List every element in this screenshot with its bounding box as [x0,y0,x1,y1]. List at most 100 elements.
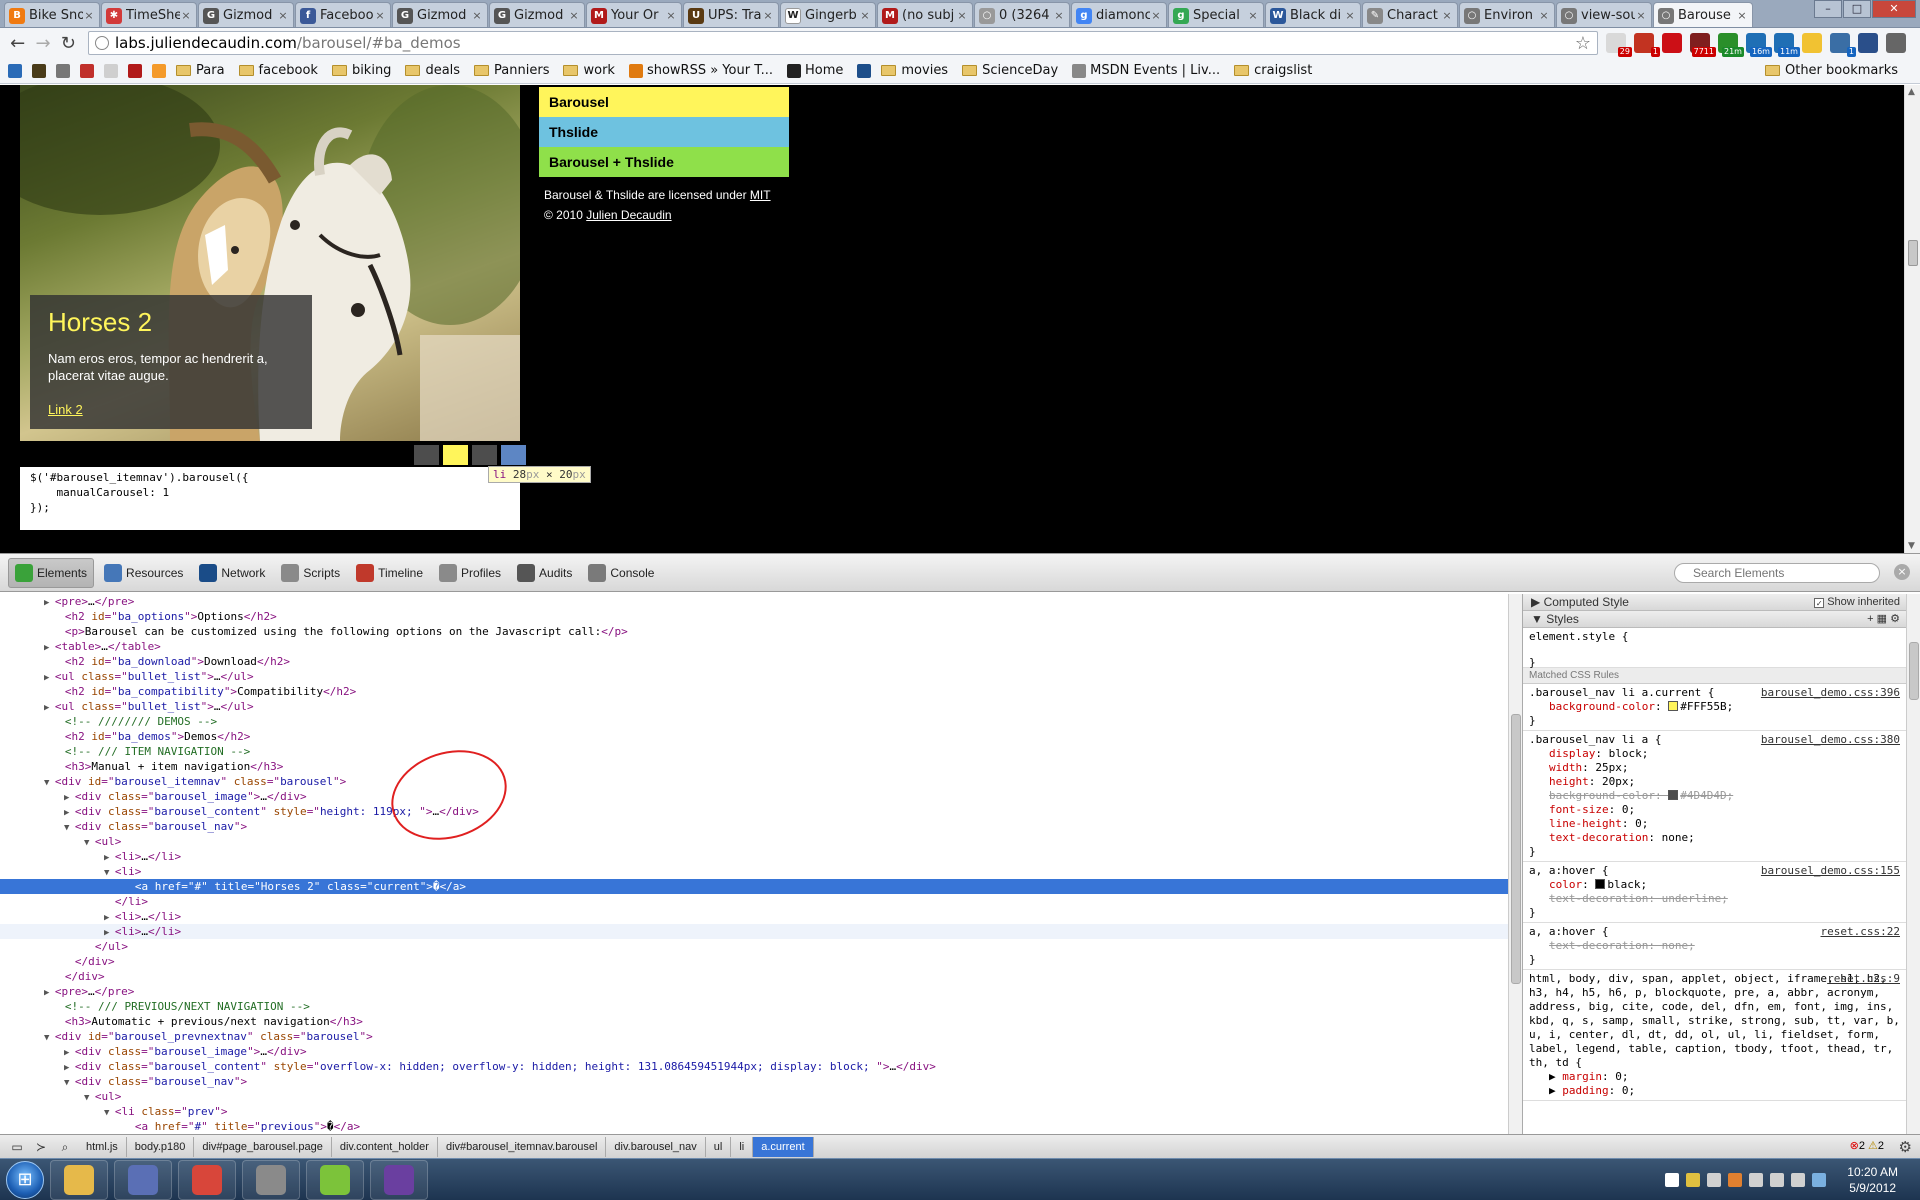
user-ext-icon[interactable]: 1 [1829,33,1856,57]
browser-tab[interactable]: ✎ Charact × [1362,2,1458,27]
browser-tab[interactable]: ○ view-sou × [1556,2,1652,27]
clock2-ext-icon[interactable]: 16m [1745,33,1772,57]
dom-node-line[interactable]: ▶ <li>…</li> [0,924,1508,939]
browser-tab[interactable]: ○ 0 (3264 × [974,2,1070,27]
expand-triangle-icon[interactable]: ▶ [44,988,55,998]
author-link[interactable]: Julien Decaudin [586,208,671,222]
expand-triangle-icon[interactable]: ▶ [104,913,115,923]
devtools-tab-timeline[interactable]: Timeline [350,558,429,588]
breadcrumb-item[interactable]: html.js [78,1136,127,1157]
browser-tab[interactable]: f Faceboo × [295,2,391,27]
expand-triangle-icon[interactable]: ▶ [64,1048,75,1058]
css-rule[interactable]: reset.css:22 a, a:hover {text-decoration:… [1523,923,1906,970]
clock-ext-icon[interactable]: 21m [1717,33,1744,57]
dom-node-line[interactable]: ▶ <li>…</li> [0,909,1508,924]
dom-node-line[interactable]: <!-- //////// DEMOS --> [0,714,1508,729]
demo-menu-item[interactable]: Barousel [539,87,789,117]
css-property[interactable]: height: 20px; [1529,775,1900,789]
tray-icon[interactable] [1707,1173,1722,1187]
bookmark-star-icon[interactable]: ☆ [1575,33,1591,54]
calendar-ext-icon[interactable]: 29 [1605,33,1632,57]
css-property[interactable]: text-decoration: underline; [1529,892,1900,906]
dom-node-line[interactable]: </div> [0,954,1508,969]
people-ext-icon[interactable] [1857,33,1878,53]
dom-node-line[interactable]: ▼ <div id="barousel_prevnextnav" class="… [0,1029,1508,1044]
dom-node-line[interactable]: </div> [0,969,1508,984]
devtools-tab-profiles[interactable]: Profiles [433,558,507,588]
rule-source-link[interactable]: barousel_demo.css:380 [1761,733,1900,747]
dom-node-line[interactable]: ▶ <li>…</li> [0,849,1508,864]
tab-close-icon[interactable]: × [1247,9,1259,22]
clock[interactable]: 10:20 AM 5/9/2012 [1847,1164,1898,1196]
minimize-button[interactable]: – [1814,0,1842,18]
inspect-search-icon[interactable]: ⌕ [54,1138,76,1156]
breadcrumb-item[interactable]: div.barousel_nav [606,1136,706,1157]
page-scrollbar[interactable]: ▲ ▼ [1904,85,1920,553]
other-bookmarks[interactable]: Other bookmarks [1764,63,1898,78]
tab-close-icon[interactable]: × [471,9,483,22]
css-property[interactable]: text-decoration: none; [1529,831,1900,845]
bookmark-item[interactable]: movies [881,63,948,78]
devtools-close-button[interactable]: × [1894,564,1910,580]
opera-ext-icon[interactable] [1661,33,1682,53]
browser-tab[interactable]: W Gingerb × [780,2,876,27]
toggle-state-icon[interactable]: ▦ [1877,613,1887,625]
computed-style-header[interactable]: ▶ Computed Style ✓ Show inherited [1523,594,1906,611]
scroll-up-icon[interactable]: ▲ [1908,87,1915,97]
dom-node-line[interactable]: ▼ <div class="barousel_nav"> [0,1074,1508,1089]
tray-icon[interactable] [1770,1173,1785,1187]
expand-triangle-icon[interactable]: ▶ [104,853,115,863]
back-button[interactable]: ← [6,31,29,55]
expand-triangle-icon[interactable]: ▶ [44,703,55,713]
error-warning-count[interactable]: ⊗2 ⚠2 [1850,1139,1884,1152]
expand-triangle-icon[interactable]: ▼ [44,1033,55,1043]
bookmark-item[interactable] [80,63,98,78]
browser-tab[interactable]: g Special × [1168,2,1264,27]
expand-triangle-icon[interactable]: ▼ [64,1078,75,1088]
dom-node-line[interactable]: ▼ <li class="prev"> [0,1104,1508,1119]
tab-close-icon[interactable]: × [568,9,580,22]
tab-close-icon[interactable]: × [1441,9,1453,22]
dom-node-line[interactable]: ▶ <div class="barousel_content" style="o… [0,1059,1508,1074]
counter-ext-icon[interactable]: 7711 [1689,33,1716,57]
dom-node-line[interactable]: <h3>Automatic + previous/next navigation… [0,1014,1508,1029]
expand-triangle-icon[interactable]: ▼ [84,1093,95,1103]
tray-icon[interactable] [1728,1173,1743,1187]
dom-node-line[interactable]: ▼ <li> [0,864,1508,879]
css-property[interactable]: width: 25px; [1529,761,1900,775]
taskbar-app-button[interactable] [50,1159,108,1200]
dock-toggle-icon[interactable]: ▭ [6,1138,28,1156]
dom-node-line[interactable]: ▼ <ul> [0,834,1508,849]
browser-tab[interactable]: ○ Barouse × [1653,2,1753,27]
devtools-tab-audits[interactable]: Audits [511,558,578,588]
bookmark-item[interactable] [8,63,26,78]
browser-tab[interactable]: U UPS: Tra × [683,2,779,27]
dom-scrollbar[interactable] [1508,594,1522,1134]
tab-close-icon[interactable]: × [1053,9,1065,22]
breadcrumb-item[interactable]: a.current [753,1136,814,1157]
taskbar-app-button[interactable] [306,1159,364,1200]
page-scroll-thumb[interactable] [1908,240,1918,266]
dom-node-line[interactable]: ▼ <ul> [0,1089,1508,1104]
browser-tab[interactable]: g diamonc × [1071,2,1167,27]
dom-node-line[interactable]: ▶ <pre>…</pre> [0,594,1508,609]
browser-tab[interactable]: G Gizmod × [198,2,294,27]
maximize-button[interactable]: □ [1843,0,1871,18]
styles-scrollbar[interactable] [1906,594,1920,1134]
expand-triangle-icon[interactable]: ▶ [1549,1070,1562,1083]
css-property[interactable]: font-size: 0; [1529,803,1900,817]
show-inherited-checkbox[interactable]: ✓ Show inherited [1814,594,1900,611]
bookmark-item[interactable]: craigslist [1234,63,1312,78]
dom-node-line[interactable]: ▶ <table>…</table> [0,639,1508,654]
search-elements-input[interactable] [1674,563,1880,583]
browser-tab[interactable]: B Bike Sno × [4,2,100,27]
color-swatch[interactable] [1668,701,1679,711]
browser-tab[interactable]: G Gizmod × [489,2,585,27]
css-rule[interactable]: barousel_demo.css:155 a, a:hover {color: … [1523,862,1906,923]
dom-node-line[interactable]: <!-- /// PREVIOUS/NEXT NAVIGATION --> [0,999,1508,1014]
tray-icon[interactable] [1686,1173,1701,1187]
mit-link[interactable]: MIT [750,188,771,202]
breadcrumb-item[interactable]: li [731,1136,754,1157]
tab-close-icon[interactable]: × [1635,9,1647,22]
demo-menu-item[interactable]: Thslide [539,117,789,147]
